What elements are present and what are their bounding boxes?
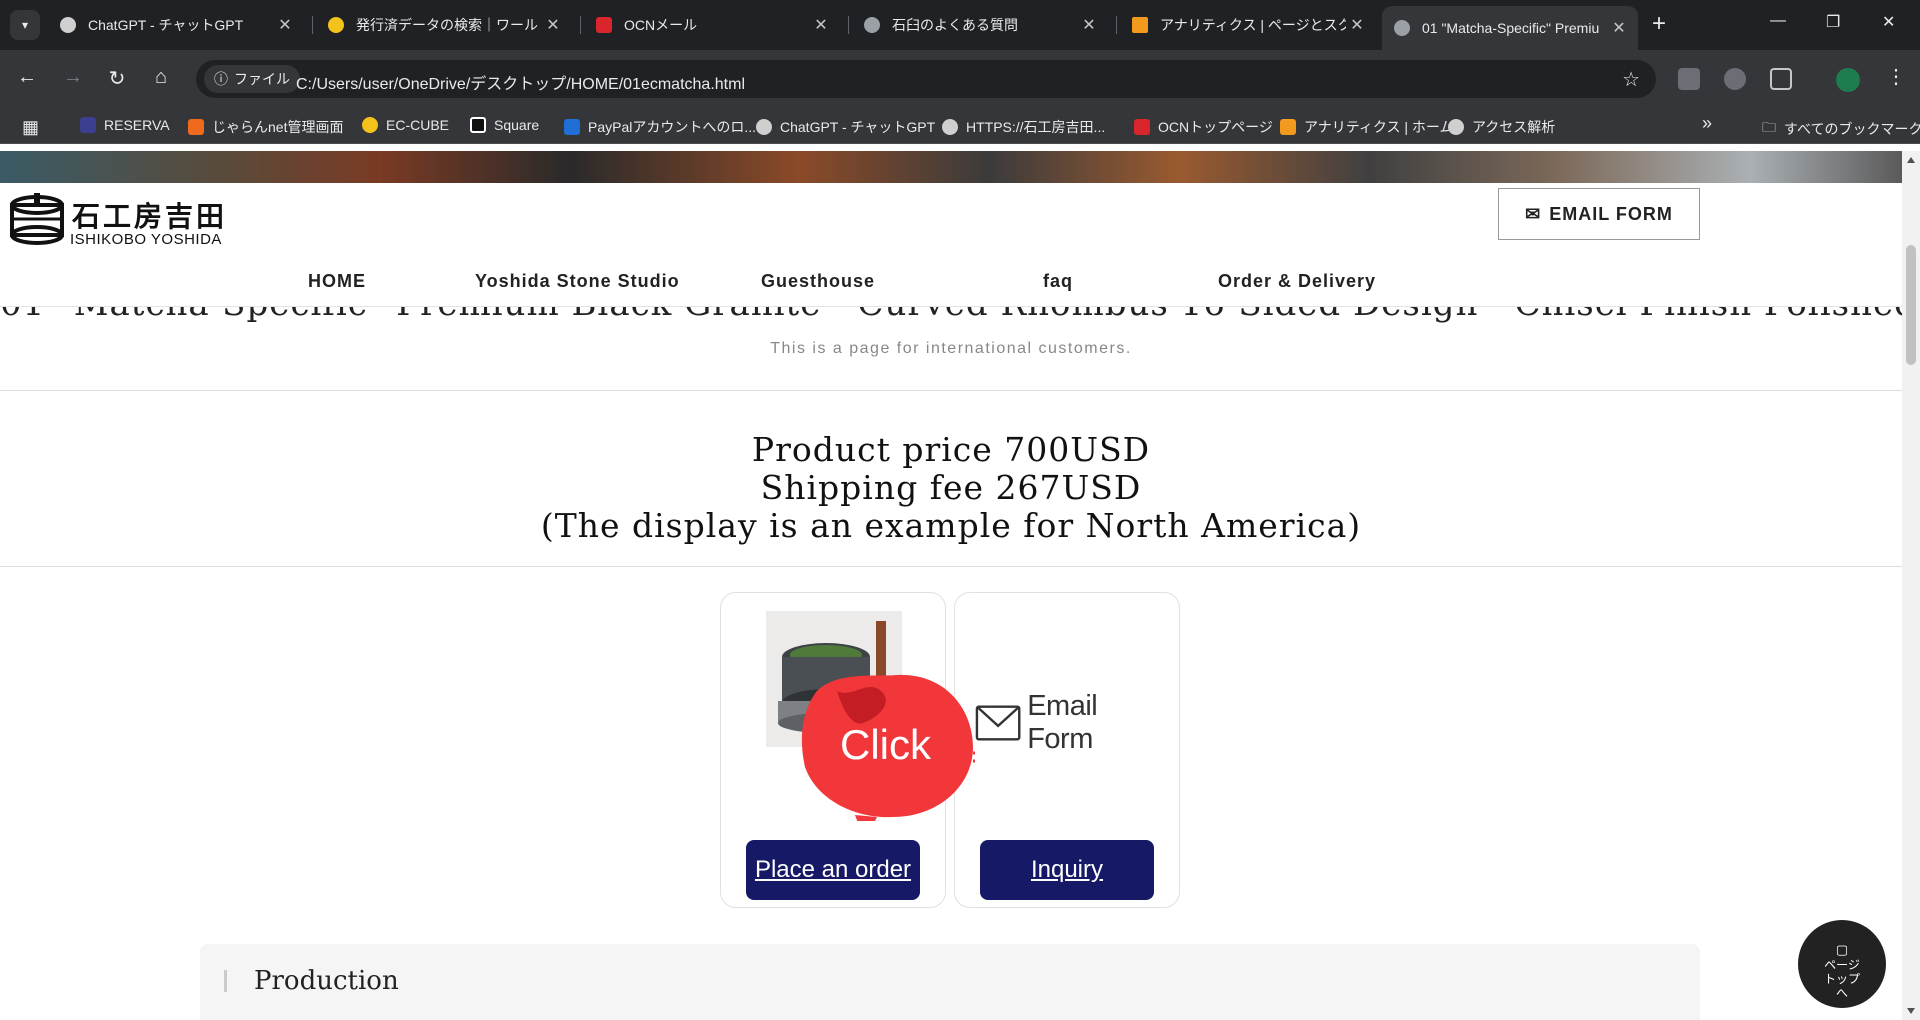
openai-icon <box>60 17 76 33</box>
tab-ocn-mail[interactable]: OCNメール ✕ <box>584 8 840 42</box>
bookmark-jalan[interactable]: じゃらんnet管理画面 <box>188 117 343 137</box>
restore-icon[interactable]: ❐ <box>1826 12 1840 32</box>
paypal-icon <box>564 119 580 135</box>
bookmark-paypal[interactable]: PayPalアカウントへのロ... <box>564 117 756 137</box>
section-title: Production <box>254 966 399 996</box>
scroll-up-icon[interactable] <box>1907 157 1915 163</box>
bookmark-eccube[interactable]: EC-CUBE <box>362 117 449 133</box>
tab-search-button[interactable]: ▾ <box>10 10 40 40</box>
extension-icon[interactable] <box>1724 68 1746 90</box>
menu-icon[interactable]: ⋮ <box>1886 64 1906 89</box>
bookmark-square[interactable]: Square <box>470 117 539 133</box>
bookmarks-bar: ▦ RESERVA じゃらんnet管理画面 EC-CUBE Square Pay… <box>0 108 1920 144</box>
bookmark-star-icon[interactable]: ☆ <box>1622 67 1640 92</box>
close-icon[interactable]: ✕ <box>810 15 832 35</box>
tab-analytics[interactable]: アナリティクス | ページとスクリーン ✕ <box>1120 8 1376 42</box>
email-form-graphic[interactable]: Email Form <box>975 690 1165 755</box>
openai-icon <box>756 119 772 135</box>
tab-chatgpt[interactable]: ChatGPT - チャットGPT ✕ <box>48 8 304 42</box>
globe-icon <box>864 17 880 33</box>
page-viewport: 01 "Matcha-Specific" Premium Black Grani… <box>0 151 1902 1020</box>
browser-toolbar: ← → ↻ ⌂ ⓘ ファイル C:/Users/user/OneDrive/デス… <box>0 50 1920 108</box>
close-icon[interactable]: ✕ <box>542 15 564 35</box>
back-icon[interactable]: ← <box>14 66 40 89</box>
globe-icon <box>1394 20 1410 36</box>
site-header: 石工房吉田 ISHIKOBO YOSHIDA ✉ EMAIL FORM HOME… <box>0 183 1902 307</box>
inquiry-card: Email Form Inquiry <box>954 592 1180 908</box>
nav-home[interactable]: HOME <box>308 271 366 292</box>
home-icon[interactable]: ⌂ <box>148 66 174 89</box>
bookmark-chatgpt[interactable]: ChatGPT - チャットGPT <box>756 117 935 137</box>
production-section-header: Production <box>200 944 1700 1020</box>
worldtop-icon <box>328 17 344 33</box>
close-icon[interactable]: ✕ <box>1078 15 1100 35</box>
envelope-icon: ✉ <box>1525 203 1542 224</box>
info-icon: ⓘ <box>214 71 228 87</box>
scroll-thumb[interactable] <box>1906 245 1916 365</box>
tab-active-matcha[interactable]: 01 "Matcha-Specific" Premiu ✕ <box>1382 6 1638 50</box>
ocn-icon <box>1134 119 1150 135</box>
analytics-icon <box>1132 17 1148 33</box>
page-top-button[interactable]: ▢ ページトップへ <box>1798 920 1886 1008</box>
reload-icon[interactable]: ↻ <box>104 66 130 91</box>
nav-yoshida-stone-studio[interactable]: Yoshida Stone Studio <box>475 271 680 292</box>
square-icon <box>470 117 486 133</box>
ocn-icon <box>596 17 612 33</box>
eccube-icon <box>362 117 378 133</box>
globe-icon <box>942 119 958 135</box>
price-info: Product price 700USD Shipping fee 267USD… <box>0 431 1902 545</box>
jalan-icon <box>188 119 204 135</box>
chevron-down-icon: ▾ <box>21 18 29 32</box>
tab-worldtop[interactable]: 発行済データの検索｜ワールドトッ ✕ <box>316 8 572 42</box>
new-tab-button[interactable]: + <box>1652 12 1666 36</box>
tab-strip: ▾ ChatGPT - チャットGPT ✕ 発行済データの検索｜ワールドトッ ✕… <box>0 0 1920 50</box>
page-scrollbar[interactable] <box>1902 151 1920 1020</box>
millstone-logo-icon <box>10 193 64 245</box>
close-icon[interactable]: ✕ <box>274 15 296 35</box>
email-form-button[interactable]: ✉ EMAIL FORM <box>1498 188 1700 240</box>
product-price: Product price 700USD <box>751 430 1151 469</box>
puzzle-icon[interactable] <box>1770 68 1792 90</box>
close-icon[interactable]: ✕ <box>1346 15 1368 35</box>
window-close-icon[interactable]: ✕ <box>1882 12 1895 32</box>
page-subtitle: This is a page for international custome… <box>770 340 1132 357</box>
bookmark-ocn-top[interactable]: OCNトップページ <box>1134 117 1273 137</box>
site-info-chip[interactable]: ⓘ ファイル <box>204 65 300 93</box>
nav-guesthouse[interactable]: Guesthouse <box>761 271 875 292</box>
click-label: Click <box>840 721 931 768</box>
address-bar[interactable]: ⓘ ファイル C:/Users/user/OneDrive/デスクトップ/HOM… <box>196 60 1656 98</box>
tab-faq[interactable]: 石臼のよくある質問 ✕ <box>852 8 1108 42</box>
site-logo[interactable]: 石工房吉田 ISHIKOBO YOSHIDA <box>8 187 240 255</box>
forward-icon[interactable]: → <box>60 66 86 89</box>
nav-faq[interactable]: faq <box>1043 271 1073 292</box>
hero-image <box>0 151 1902 183</box>
reserva-icon <box>80 117 96 133</box>
url-text[interactable]: C:/Users/user/OneDrive/デスクトップ/HOME/01ecm… <box>296 70 745 94</box>
minimize-icon[interactable]: — <box>1770 12 1786 30</box>
globe-icon <box>1448 119 1464 135</box>
scroll-down-icon[interactable] <box>1907 1008 1915 1014</box>
shipping-fee: Shipping fee 267USD <box>760 468 1142 507</box>
inquiry-button[interactable]: Inquiry <box>980 840 1154 900</box>
divider <box>0 390 1902 391</box>
bookmark-ishikobo[interactable]: HTTPS://石工房吉田... <box>942 117 1105 137</box>
envelope-icon <box>975 705 1021 741</box>
bookmark-reserva[interactable]: RESERVA <box>80 117 170 133</box>
bookmark-analytics[interactable]: アナリティクス | ホーム <box>1280 117 1453 137</box>
price-note: (The display is an example for North Ame… <box>540 506 1362 545</box>
all-bookmarks[interactable]: 🗀 すべてのブックマーク <box>1762 117 1920 141</box>
bookmarks-overflow[interactable]: » <box>1702 113 1712 134</box>
place-order-button[interactable]: Place an order <box>746 840 920 900</box>
nav-order-delivery[interactable]: Order & Delivery <box>1218 271 1376 292</box>
analytics-icon <box>1280 119 1296 135</box>
page-top-image-icon: ▢ <box>1835 942 1849 957</box>
divider <box>0 566 1902 567</box>
profile-avatar[interactable] <box>1836 68 1860 92</box>
close-icon[interactable]: ✕ <box>1608 18 1630 38</box>
folder-icon: 🗀 <box>1762 119 1776 135</box>
section-accent <box>224 970 227 992</box>
bookmark-access[interactable]: アクセス解析 <box>1448 117 1555 137</box>
apps-icon[interactable]: ▦ <box>22 117 39 138</box>
extension-icon[interactable] <box>1678 68 1700 90</box>
